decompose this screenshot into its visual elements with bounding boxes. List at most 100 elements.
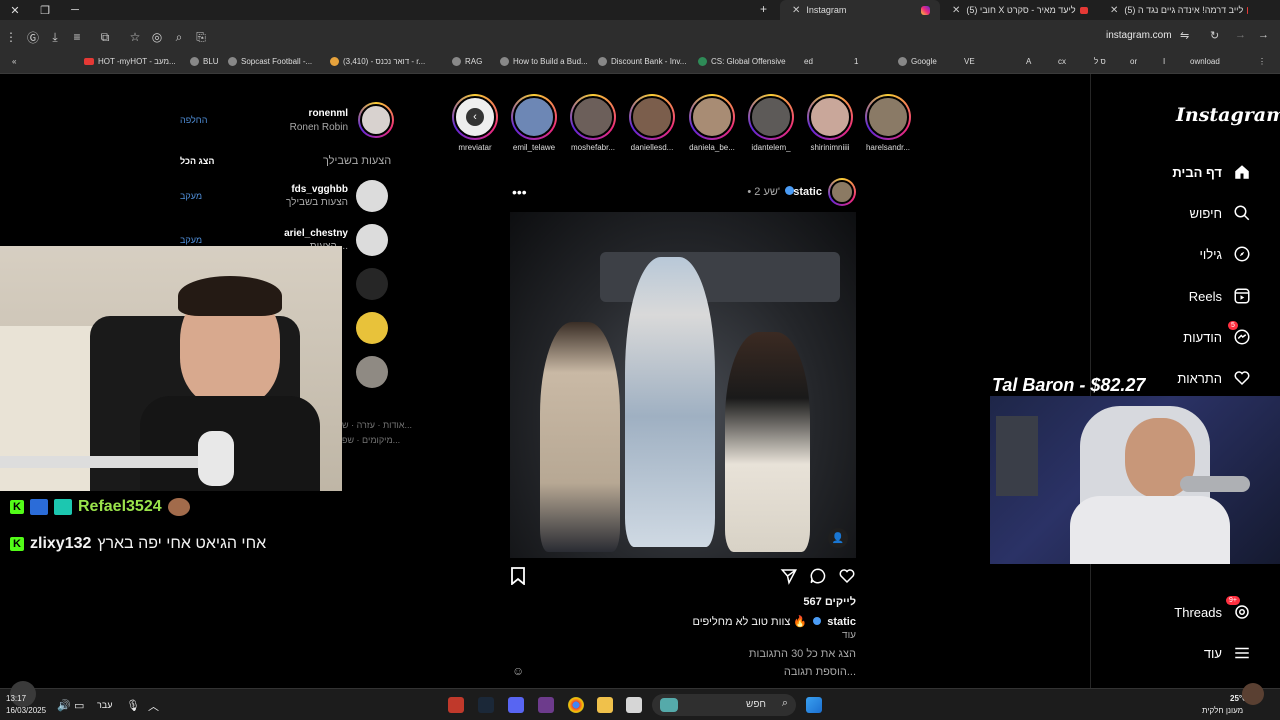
bookmark-item[interactable]: or: [1130, 57, 1137, 66]
download-icon[interactable]: ⤓: [44, 30, 66, 45]
new-tab-button[interactable]: +: [760, 2, 767, 16]
bookmark-item[interactable]: (3,410) - דואר נכנס - r...: [330, 57, 425, 66]
current-user-avatar[interactable]: [358, 102, 394, 138]
file-explorer-icon[interactable]: [597, 697, 613, 713]
story-item[interactable]: daniela_be...: [684, 94, 740, 152]
instagram-logo[interactable]: Instagram: [1176, 104, 1280, 126]
post-author-avatar[interactable]: [828, 178, 856, 206]
follow-button[interactable]: מעקב: [180, 191, 202, 201]
screenshot-icon[interactable]: ⎘: [190, 30, 212, 45]
share-icon[interactable]: ⧉: [94, 30, 116, 45]
suggestion-username[interactable]: fds_vgghbb: [291, 184, 348, 195]
comment-icon[interactable]: [809, 567, 827, 588]
bookmark-item[interactable]: How to Build a Bud...: [500, 57, 588, 66]
chrome-icon[interactable]: [568, 697, 584, 713]
story-item[interactable]: daniellesd...: [624, 94, 680, 152]
close-window-icon[interactable]: ✕: [0, 4, 30, 17]
taskbar-search-box[interactable]: חפש ⌕: [652, 694, 796, 716]
footer-links[interactable]: מיקומים · שפ...: [342, 435, 400, 445]
windows-start-icon[interactable]: [806, 697, 822, 713]
bookmark-item[interactable]: ownload: [1190, 57, 1220, 66]
emoji-picker-icon[interactable]: ☺: [512, 664, 524, 678]
language-indicator[interactable]: עבר: [97, 700, 112, 710]
bookmark-item[interactable]: RAG: [452, 57, 482, 66]
nav-home[interactable]: דף הבית: [1172, 162, 1252, 182]
share-send-icon[interactable]: [780, 567, 798, 588]
site-settings-icon[interactable]: ⇋: [1180, 29, 1189, 42]
close-tab-icon[interactable]: ✕: [952, 5, 960, 16]
bookmark-item[interactable]: CS: Global Offensive: [698, 57, 786, 66]
bookmark-item[interactable]: ס ל: [1094, 57, 1106, 66]
switch-account-button[interactable]: החלפה: [180, 115, 207, 125]
tab-secret-video[interactable]: ✕ (5) חובי X ליעד מאיר - סקרט: [940, 0, 1098, 20]
extension-icon[interactable]: Ⓖ: [22, 29, 44, 46]
nav-explore[interactable]: גילוי: [1199, 244, 1252, 264]
reload-icon[interactable]: ↻: [1210, 29, 1219, 42]
app-icon[interactable]: [448, 697, 464, 713]
bookmark-item[interactable]: Google: [898, 57, 937, 66]
bookmark-item[interactable]: ed: [804, 57, 813, 66]
forward-icon[interactable]: →: [1235, 29, 1246, 41]
suggestion-avatar[interactable]: [356, 356, 388, 388]
display-icon[interactable]: ▭: [74, 699, 84, 712]
minimize-window-icon[interactable]: ─: [60, 4, 90, 16]
caption-username[interactable]: static: [827, 616, 856, 628]
save-bookmark-icon[interactable]: [510, 567, 526, 588]
bookmark-item[interactable]: BLU: [190, 57, 219, 66]
microphone-icon[interactable]: 🎙: [126, 699, 140, 712]
suggestion-avatar[interactable]: [356, 268, 388, 300]
discord-icon[interactable]: [508, 697, 524, 713]
tagged-user-icon[interactable]: 👤: [828, 528, 848, 548]
close-tab-icon[interactable]: ✕: [1110, 5, 1118, 16]
taskbar-time[interactable]: 13:17: [6, 694, 26, 703]
bookmarks-expand-icon[interactable]: «: [12, 57, 16, 66]
follow-button[interactable]: מעקב: [180, 235, 202, 245]
bookmark-star-icon[interactable]: ☆: [124, 30, 146, 44]
nav-more[interactable]: עוד: [1204, 643, 1252, 663]
suggestion-username[interactable]: ariel_chestny: [284, 228, 348, 239]
story-item[interactable]: harelsandr...: [860, 94, 916, 152]
nav-search[interactable]: חיפוש: [1190, 203, 1252, 223]
footer-links[interactable]: אודות · עזרה · ש...: [342, 420, 412, 430]
view-all-comments-link[interactable]: הצג את כל 30 התגובות: [749, 648, 856, 660]
nav-notifications[interactable]: התראות: [1177, 368, 1252, 388]
weather-desc[interactable]: מעונן חלקית: [1202, 706, 1243, 715]
bookmark-item[interactable]: I: [1163, 57, 1165, 66]
menu-kebab-icon[interactable]: ⋮: [0, 30, 22, 44]
tray-expand-icon[interactable]: ︿: [148, 698, 159, 714]
volume-icon[interactable]: 🔊: [57, 699, 71, 712]
caption-more-link[interactable]: עוד: [842, 630, 856, 641]
nav-messages[interactable]: הודעות 5: [1183, 321, 1252, 347]
taskbar-date[interactable]: 16/03/2025: [6, 706, 46, 715]
bookmark-item[interactable]: HOT -myHOT - מעב...: [80, 57, 176, 66]
steam-icon[interactable]: [478, 697, 494, 713]
task-view-icon[interactable]: [626, 697, 642, 713]
story-item[interactable]: idantelem_: [743, 94, 799, 152]
search-page-icon[interactable]: ⌕: [168, 30, 190, 45]
tab-live-drama[interactable]: ✕ (5) לייב דרמה! אינדה גיים נגד ה: [1098, 0, 1258, 20]
playlist-icon[interactable]: ≡: [66, 30, 88, 44]
eye-off-icon[interactable]: ◎: [146, 30, 168, 44]
stories-prev-icon[interactable]: ‹: [466, 108, 484, 126]
post-author-username[interactable]: static: [793, 186, 822, 198]
bookmark-item[interactable]: Sopcast Football -...: [228, 57, 312, 66]
post-options-icon[interactable]: •••: [512, 184, 527, 200]
post-likes-count[interactable]: 567 לייקים: [803, 596, 856, 608]
bookmark-item[interactable]: A: [1026, 57, 1031, 66]
story-item[interactable]: shirinimniiii: [802, 94, 858, 152]
bookmark-item[interactable]: cx: [1058, 57, 1066, 66]
app-icon[interactable]: [538, 697, 554, 713]
like-heart-icon[interactable]: [838, 567, 856, 588]
post-image[interactable]: 👤: [510, 212, 856, 558]
current-user-username[interactable]: ronenml: [309, 108, 348, 119]
restore-window-icon[interactable]: ❐: [30, 4, 60, 17]
story-item[interactable]: emil_telawe: [506, 94, 562, 152]
close-tab-icon[interactable]: ✕: [792, 5, 800, 16]
story-item[interactable]: moshefabr...: [565, 94, 621, 152]
default-avatar-icon[interactable]: [356, 180, 388, 212]
add-comment-input[interactable]: הוספת תגובה...: [784, 666, 856, 678]
tab-instagram[interactable]: ✕ Instagram: [780, 0, 940, 20]
bookmark-item[interactable]: Discount Bank - Inv...: [598, 57, 686, 66]
more-bookmarks-icon[interactable]: ⋮: [1258, 57, 1266, 66]
bookmark-item[interactable]: VE: [964, 57, 975, 66]
